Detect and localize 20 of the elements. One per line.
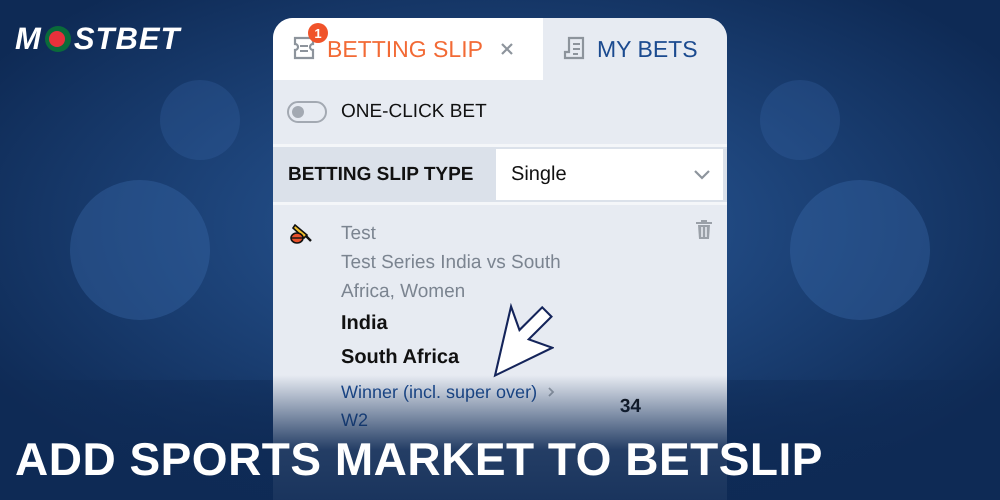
headline: ADD SPORTS MARKET TO BETSLIP: [15, 432, 823, 486]
logo-text: STBET: [74, 23, 180, 55]
slip-type-dropdown[interactable]: Single: [496, 149, 723, 200]
toggle-switch[interactable]: [287, 101, 327, 123]
field-label: BETTING SLIP TYPE: [287, 162, 474, 186]
chevron-down-icon: [693, 168, 711, 181]
chevron-right-icon: [547, 386, 556, 398]
tournament-name: Test Series India vs South Africa, Women: [341, 251, 562, 304]
toggle-label: ONE-CLICK BET: [341, 101, 487, 123]
outcome-name: W2: [341, 409, 368, 432]
team-name: South Africa: [341, 345, 460, 370]
market-name: Winner (incl. super over): [341, 381, 538, 404]
odds-value: 34: [620, 396, 641, 418]
tab[interactable]: 1 BETTING SLIP: [273, 18, 543, 80]
flag-circle-icon: [44, 25, 72, 53]
sport-name: Test: [341, 222, 377, 246]
logo-text: M: [15, 23, 42, 55]
team-name: India: [341, 311, 389, 336]
trash-icon: [695, 219, 713, 241]
count-badge: 1: [308, 23, 328, 43]
